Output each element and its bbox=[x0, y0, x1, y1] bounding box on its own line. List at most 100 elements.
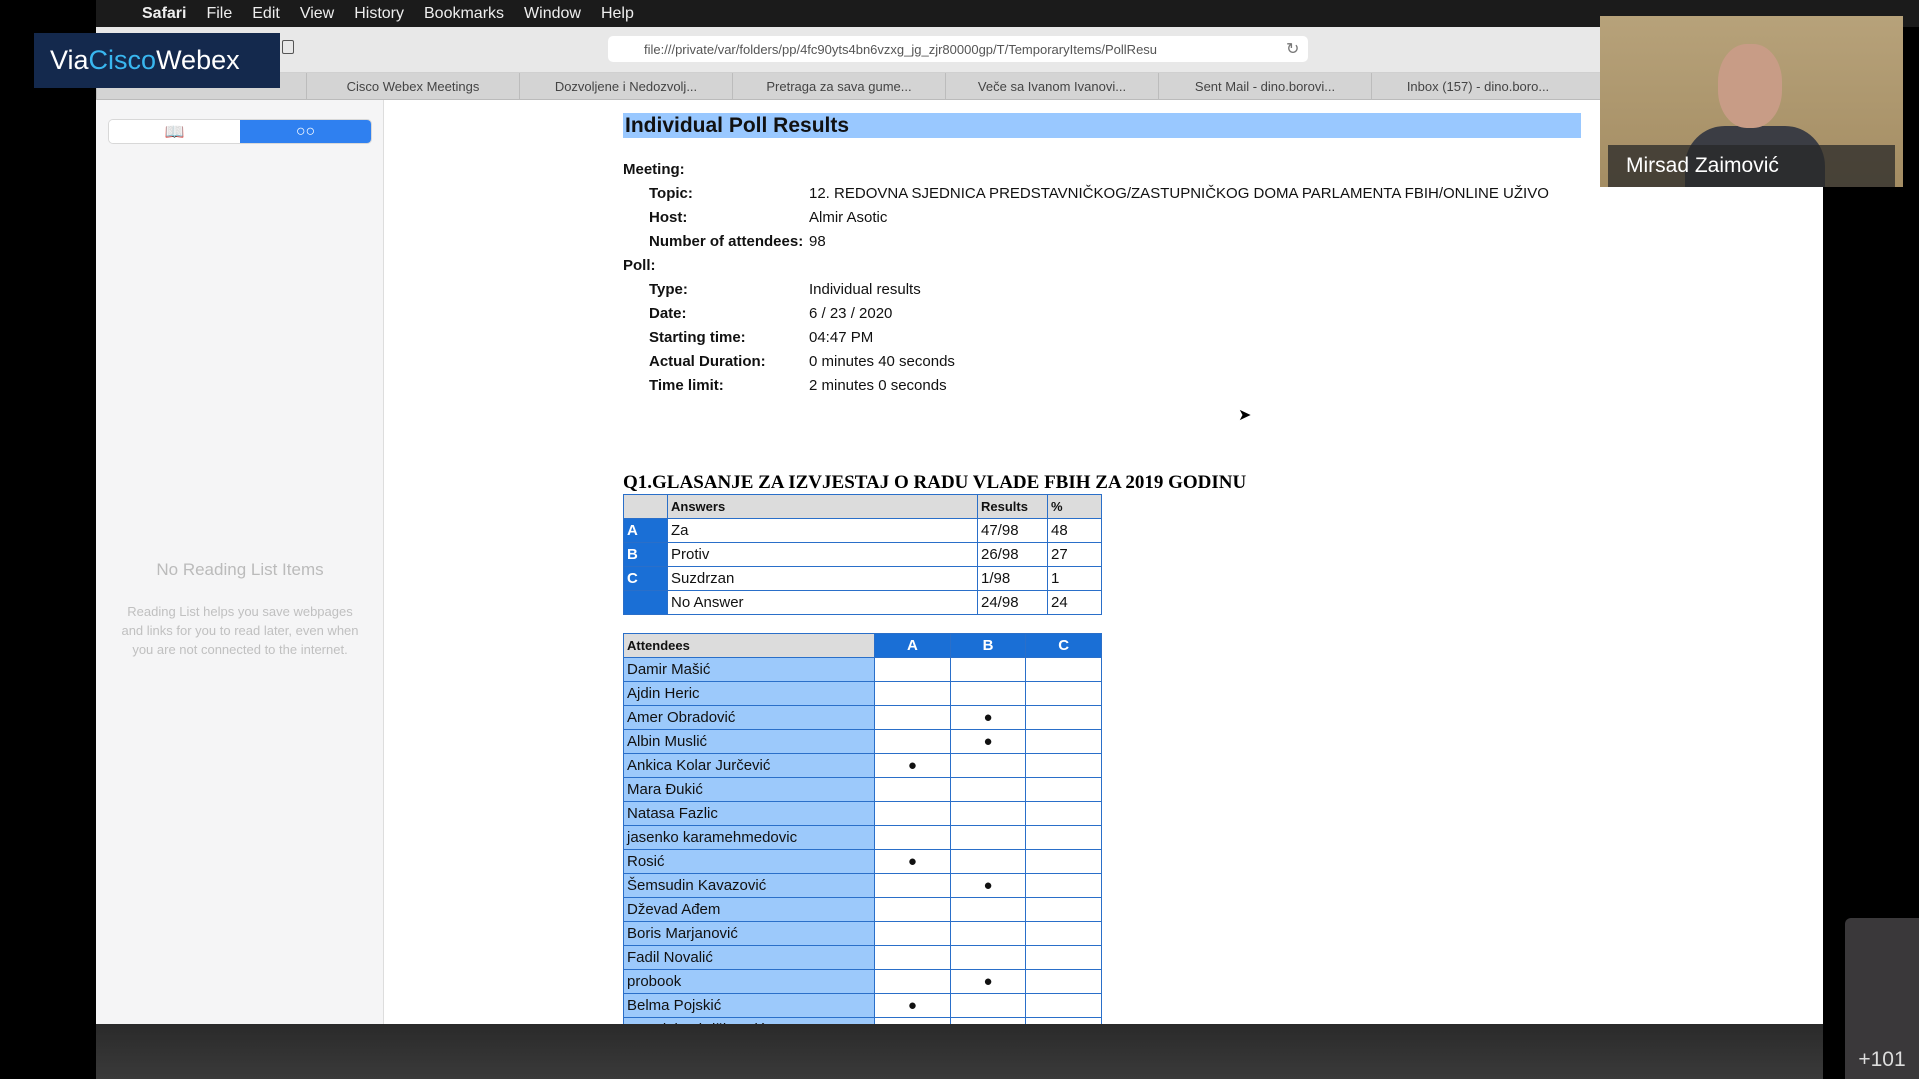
empty-state-title: No Reading List Items bbox=[156, 560, 324, 579]
vote-cell-b bbox=[949, 681, 1027, 706]
vote-cell-b bbox=[949, 753, 1027, 778]
answers-table: Answers Results % A Za 47/98 48 B Protiv 26/98… bbox=[623, 494, 1102, 615]
answer-letter: C bbox=[623, 566, 668, 591]
answer-row: No Answer 24/98 24 bbox=[623, 590, 1102, 615]
answer-result: 1/98 bbox=[977, 566, 1048, 591]
tab[interactable]: Sent Mail - dino.borovi... bbox=[1158, 73, 1371, 100]
vote-cell-c bbox=[1025, 921, 1102, 946]
reading-list-sidebar: 📖 ○○ No Reading List Items Reading List … bbox=[96, 100, 384, 1024]
speaker-video[interactable]: Mirsad Zaimović bbox=[1600, 16, 1903, 187]
attendee-name: Natasa Fazlic bbox=[622, 801, 876, 826]
vote-cell-c bbox=[1025, 825, 1102, 850]
vote-cell-c bbox=[1025, 969, 1102, 994]
vote-mark: ● bbox=[983, 973, 993, 990]
attendee-name: Amer Obradović bbox=[622, 705, 876, 730]
column-a-header: A bbox=[874, 633, 951, 658]
answer-text: Protiv bbox=[667, 542, 978, 567]
reload-icon[interactable]: ↻ bbox=[1286, 39, 1299, 59]
more-participants-tile[interactable]: +101 bbox=[1845, 918, 1919, 1079]
answer-row: A Za 47/98 48 bbox=[623, 518, 1102, 543]
vote-mark: ● bbox=[907, 997, 917, 1014]
vote-cell-a bbox=[874, 801, 951, 826]
answers-header: Answers bbox=[667, 494, 978, 519]
menu-edit[interactable]: Edit bbox=[252, 5, 280, 23]
attendee-row: Ajdin Heric bbox=[622, 681, 1102, 706]
meta-row: Topic: 12. REDOVNA SJEDNICA PREDSTAVNIČKO… bbox=[623, 185, 1583, 205]
sidebar-segmented-control: 📖 ○○ bbox=[108, 119, 372, 144]
menu-app[interactable]: Safari bbox=[142, 5, 186, 23]
page-title: Individual Poll Results bbox=[623, 113, 1581, 138]
tab[interactable]: Dozvoljene i Nedozvolj... bbox=[519, 73, 732, 100]
vote-cell-a bbox=[874, 705, 951, 730]
toolbar: file:///private/var/folders/pp/4fc90yts4… bbox=[96, 27, 1823, 73]
answer-text: Za bbox=[667, 518, 978, 543]
menu-window[interactable]: Window bbox=[524, 5, 581, 23]
meta-label: Topic: bbox=[649, 185, 693, 202]
vote-cell-c bbox=[1025, 801, 1102, 826]
vote-mark: ● bbox=[983, 733, 993, 750]
attendee-row: Natasa Fazlic bbox=[622, 801, 1102, 826]
vote-cell-b: ● bbox=[949, 969, 1027, 994]
meta-label: Starting time: bbox=[649, 329, 746, 346]
meta-value: 04:47 PM bbox=[809, 329, 874, 346]
address-bar[interactable]: file:///private/var/folders/pp/4fc90yts4… bbox=[608, 36, 1308, 62]
vote-cell-b bbox=[949, 897, 1027, 922]
tab[interactable]: Cisco Webex Meetings bbox=[306, 73, 519, 100]
vote-cell-a bbox=[874, 969, 951, 994]
menu-help[interactable]: Help bbox=[601, 5, 634, 23]
tab[interactable]: Pretraga za sava gume... bbox=[732, 73, 945, 100]
vote-cell-a bbox=[874, 777, 951, 802]
letter-header bbox=[623, 494, 668, 519]
attendee-row: Ankica Kolar Jurčević ● bbox=[622, 753, 1102, 778]
vote-cell-a bbox=[874, 873, 951, 898]
attendee-name: Dževad Ađem bbox=[622, 897, 876, 922]
answer-row: C Suzdrzan 1/98 1 bbox=[623, 566, 1102, 591]
tab[interactable]: Veče sa Ivanom Ivanovi... bbox=[945, 73, 1158, 100]
vote-cell-b bbox=[949, 825, 1027, 850]
attendee-row: Belma Pojskić ● bbox=[622, 993, 1102, 1018]
vote-cell-c bbox=[1025, 777, 1102, 802]
menu-view[interactable]: View bbox=[300, 5, 334, 23]
answer-text: Suzdrzan bbox=[667, 566, 978, 591]
menu-history[interactable]: History bbox=[354, 5, 404, 23]
tab[interactable]: Inbox (157) - dino.boro... bbox=[1371, 73, 1584, 100]
attendee-name: Ajdin Heric bbox=[622, 681, 876, 706]
vote-cell-b bbox=[949, 945, 1027, 970]
attendee-row: Dževad Ađem bbox=[622, 897, 1102, 922]
webex-bottom-bar bbox=[96, 1024, 1823, 1079]
attendee-name: Mara Đukić bbox=[622, 777, 876, 802]
attendees-header: Attendees bbox=[622, 633, 876, 658]
menu-bookmarks[interactable]: Bookmarks bbox=[424, 5, 504, 23]
bookmarks-icon[interactable]: 📖 bbox=[109, 120, 240, 143]
attendee-name: probook bbox=[622, 969, 876, 994]
attendee-name: Fadil Novalić bbox=[622, 945, 876, 970]
meta-value: Almir Asotic bbox=[809, 209, 888, 226]
vote-cell-b bbox=[949, 921, 1027, 946]
vote-mark: ● bbox=[983, 709, 993, 726]
vote-cell-a bbox=[874, 681, 951, 706]
reading-list-glasses-icon[interactable]: ○○ bbox=[240, 120, 371, 143]
speaker-head bbox=[1718, 44, 1782, 128]
question-title: Q1.GLASANJE ZA IZVJESTAJ O RADU VLADE FB… bbox=[623, 472, 1247, 493]
attendee-row: Boris Marjanović bbox=[622, 921, 1102, 946]
tab-overview-icon[interactable] bbox=[282, 40, 294, 54]
column-b-header: B bbox=[949, 633, 1027, 658]
vote-mark: ● bbox=[907, 757, 917, 774]
vote-cell-b bbox=[949, 993, 1027, 1018]
answer-result: 47/98 bbox=[977, 518, 1048, 543]
vote-cell-a bbox=[874, 729, 951, 754]
safari-window: file:///private/var/folders/pp/4fc90yts4… bbox=[96, 27, 1823, 1024]
answer-text: No Answer bbox=[667, 590, 978, 615]
attendee-row: Šemsudin Kavazović ● bbox=[622, 873, 1102, 898]
menu-file[interactable]: File bbox=[206, 5, 232, 23]
vote-cell-a bbox=[874, 921, 951, 946]
percent-header: % bbox=[1047, 494, 1102, 519]
attendee-name: Ankica Kolar Jurčević bbox=[622, 753, 876, 778]
meta-label: Actual Duration: bbox=[649, 353, 766, 370]
meeting-label: Meeting: bbox=[623, 161, 685, 178]
answer-percent: 48 bbox=[1047, 518, 1102, 543]
vote-cell-a: ● bbox=[874, 993, 951, 1018]
answer-result: 24/98 bbox=[977, 590, 1048, 615]
meta-value: Individual results bbox=[809, 281, 921, 298]
vote-cell-c bbox=[1025, 993, 1102, 1018]
